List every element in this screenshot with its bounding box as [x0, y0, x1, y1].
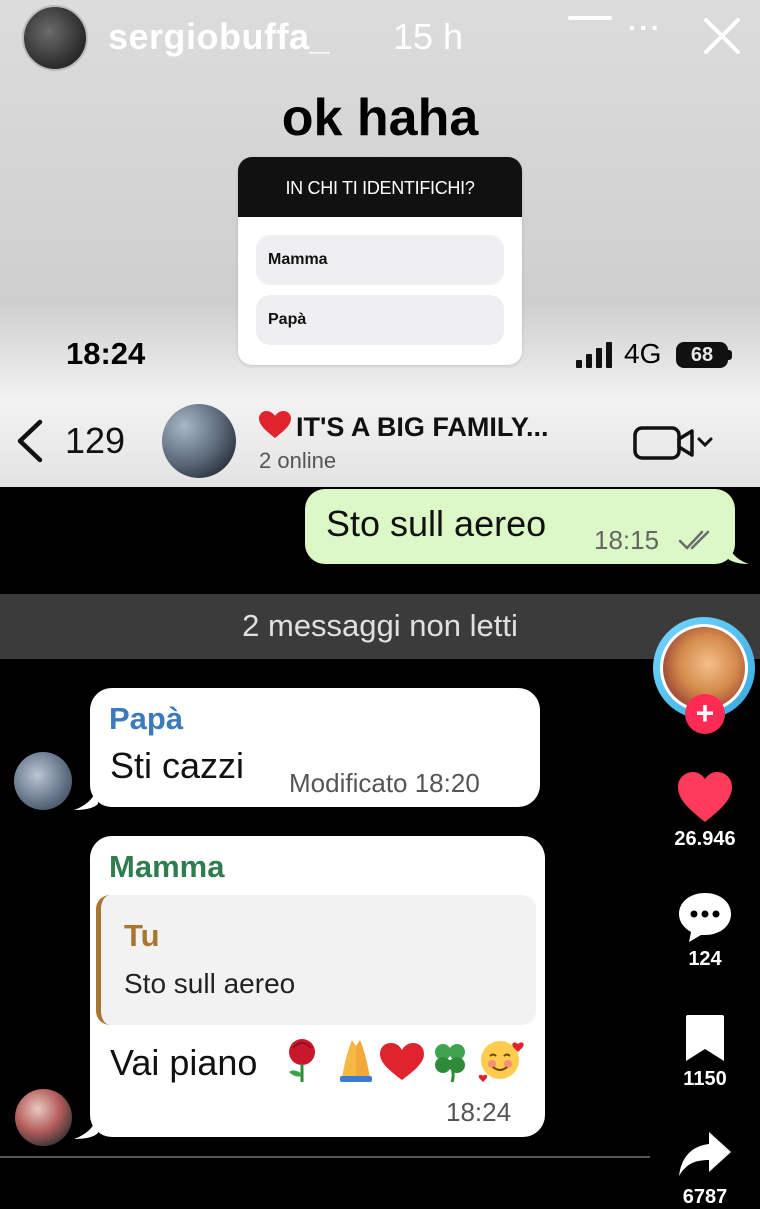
bubble-tail-icon: [727, 540, 749, 564]
poll-sticker: IN CHI TI IDENTIFICHI? Mamma Papà: [238, 157, 522, 365]
unread-banner-text: 2 messaggi non letti: [242, 608, 518, 643]
message-text-papa: Sti cazzi: [110, 745, 245, 786]
story-username[interactable]: sergiobuffa_: [108, 16, 330, 58]
outgoing-message-text: Sto sull aereo: [326, 503, 547, 544]
message-time-mamma: 18:24: [446, 1097, 512, 1127]
bookmark-icon[interactable]: [684, 1013, 726, 1063]
poll-option-mamma[interactable]: Mamma: [256, 235, 504, 285]
signal-icon: [576, 342, 612, 368]
group-name-text: IT'S A BIG FAMILY...: [296, 412, 549, 442]
group-online-status: 2 online: [259, 448, 337, 473]
group-name[interactable]: IT'S A BIG FAMILY...: [258, 410, 548, 443]
back-icon[interactable]: [14, 418, 46, 464]
network-type: 4G: [624, 338, 662, 369]
double-check-icon: [678, 530, 710, 550]
more-options-icon[interactable]: ···: [628, 12, 662, 44]
minimize-icon[interactable]: [568, 16, 612, 20]
four-leaf-clover-emoji-icon: [435, 1044, 465, 1083]
share-icon[interactable]: [677, 1130, 733, 1180]
progress-divider: [0, 1156, 650, 1158]
poll-option-papa[interactable]: Papà: [256, 295, 504, 345]
quoted-sender: Tu: [124, 918, 160, 953]
close-icon[interactable]: [700, 14, 744, 58]
video-call-icon[interactable]: [632, 424, 718, 462]
quoted-message[interactable]: [96, 895, 536, 1025]
message-edited-time-papa: Modificato 18:20: [289, 768, 480, 798]
group-avatar[interactable]: [162, 404, 236, 478]
like-heart-icon[interactable]: [676, 770, 734, 824]
rose-emoji-icon: [289, 1039, 315, 1082]
status-clock: 18:24: [66, 336, 146, 371]
message-text-mamma: Vai piano: [110, 1042, 258, 1083]
sender-name-mamma[interactable]: Mamma: [109, 849, 224, 885]
sender-name-papa[interactable]: Papà: [109, 701, 183, 737]
outgoing-message-time: 18:15: [594, 525, 660, 555]
heart-emoji-icon: [259, 411, 291, 438]
emoji-row: [289, 1039, 524, 1083]
comment-count: 124: [688, 948, 722, 970]
story-author-avatar[interactable]: [22, 5, 88, 71]
share-count: 6787: [682, 1186, 728, 1208]
story-caption: ok haha: [281, 89, 479, 147]
praying-hands-emoji-icon: [340, 1040, 372, 1082]
comment-icon[interactable]: [677, 890, 733, 944]
follow-plus-icon[interactable]: +: [685, 694, 725, 734]
sender-avatar-mamma[interactable]: [15, 1089, 72, 1146]
red-heart-emoji-icon: [380, 1043, 424, 1080]
smiling-face-with-hearts-emoji-icon: [478, 1041, 524, 1082]
sender-avatar-papa[interactable]: [14, 752, 72, 810]
battery-indicator: 68: [676, 342, 728, 368]
battery-tip: [728, 350, 732, 360]
poll-question: IN CHI TI IDENTIFICHI?: [238, 157, 522, 217]
unread-chats-count[interactable]: 129: [65, 420, 125, 462]
save-count: 1150: [683, 1068, 727, 1090]
quoted-text: Sto sull aereo: [124, 968, 296, 999]
story-time-ago: 15 h: [393, 16, 464, 57]
like-count: 26.946: [674, 828, 736, 850]
